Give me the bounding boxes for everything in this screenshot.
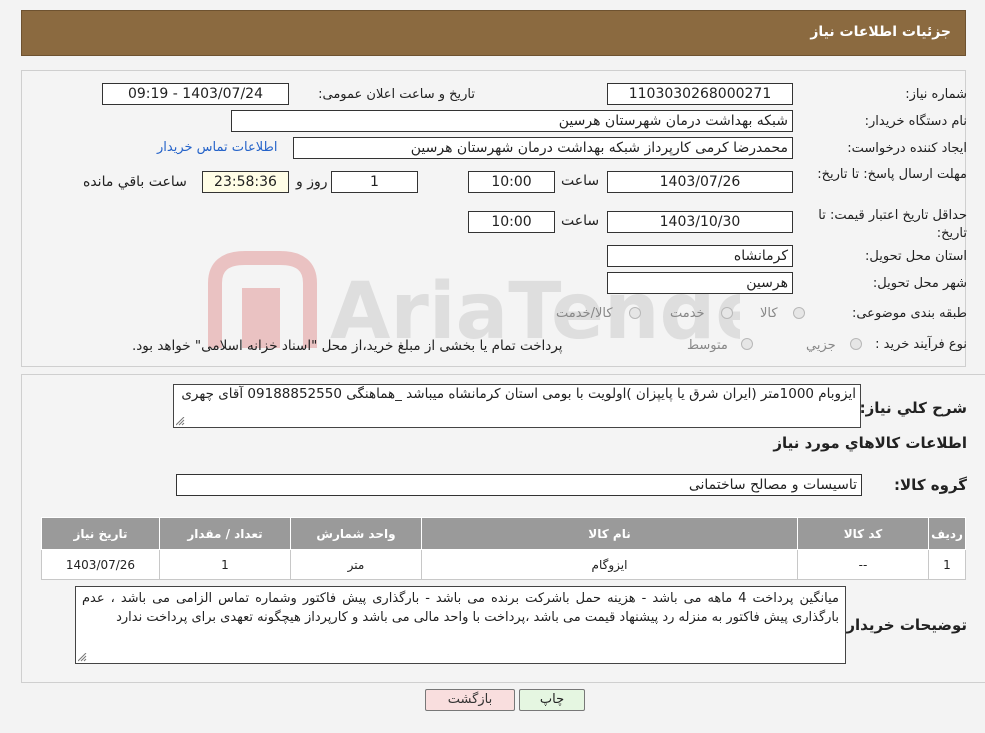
reply-days-label: روز و bbox=[296, 174, 328, 190]
summary-text: ایزوبام 1000متر (ایران شرق یا پایپزان )ا… bbox=[181, 386, 856, 402]
remaining-time-field: 23:58:36 bbox=[202, 171, 289, 193]
table-row: 1 -- ایزوگام متر 1 1403/07/26 bbox=[41, 549, 966, 580]
col-unit: واحد شمارش bbox=[290, 517, 422, 550]
category-goods-radio[interactable] bbox=[793, 307, 805, 319]
price-validity-label: حداقل تاريخ اعتبار قيمت: تا تاریخ: bbox=[818, 208, 967, 241]
goods-group-field: تاسیسات و مصالح ساختمانی bbox=[176, 474, 862, 496]
print-button[interactable]: چاپ bbox=[519, 689, 585, 711]
buyer-notes-textarea[interactable]: میانگین پرداخت 4 ماهه می باشد - هزینه حم… bbox=[75, 586, 846, 664]
requester-label: ایجاد کننده درخواست: bbox=[847, 141, 967, 156]
requester-field: محمدرضا کرمی کارپرداز شبکه بهداشت درمان … bbox=[293, 137, 793, 159]
goods-section-title: اطلاعات كالاهاي مورد نياز bbox=[773, 434, 967, 452]
delivery-city-label: شهر محل تحویل: bbox=[872, 276, 967, 291]
cell-qty: 1 bbox=[159, 549, 291, 580]
back-button[interactable]: بازگشت bbox=[425, 689, 515, 711]
price-validity-time: 10:00 bbox=[468, 211, 555, 233]
reply-deadline-time: 10:00 bbox=[468, 171, 555, 193]
process-medium-radio[interactable] bbox=[741, 338, 753, 350]
page-header: جزئیات اطلاعات نیاز bbox=[21, 10, 966, 56]
goods-group-label: گروه کالا: bbox=[894, 476, 967, 494]
col-qty: تعداد / مقدار bbox=[159, 517, 291, 550]
category-goods-service-label: کالا/خدمت bbox=[556, 306, 613, 321]
process-medium-label: متوسط bbox=[687, 338, 728, 353]
col-row: ردیف bbox=[928, 517, 966, 550]
need-number-label: شماره نیاز: bbox=[905, 87, 967, 102]
goods-table-header: ردیف کد کالا نام کالا واحد شمارش تعداد /… bbox=[41, 517, 966, 550]
summary-label: شرح كلي نياز: bbox=[859, 399, 967, 417]
buyer-org-label: نام دستگاه خریدار: bbox=[864, 114, 967, 129]
reply-deadline-label: مهلت ارسال پاسخ: تا تاریخ: bbox=[817, 167, 967, 182]
cell-row: 1 bbox=[928, 549, 966, 580]
process-partial-radio[interactable] bbox=[850, 338, 862, 350]
delivery-province-label: استان محل تحویل: bbox=[865, 249, 967, 264]
price-validity-time-label: ساعت bbox=[561, 213, 600, 229]
process-partial-label: جزیي bbox=[806, 338, 836, 353]
summary-textarea[interactable]: ایزوبام 1000متر (ایران شرق یا پایپزان )ا… bbox=[173, 384, 861, 428]
category-service-label: خدمت bbox=[670, 306, 705, 321]
announce-datetime-label: تاریخ و ساعت اعلان عمومی: bbox=[318, 87, 475, 102]
col-date: تاریخ نیاز bbox=[41, 517, 160, 550]
cell-unit: متر bbox=[290, 549, 422, 580]
buyer-contact-link[interactable]: اطلاعات تماس خریدار bbox=[157, 140, 277, 155]
remaining-time-label: ساعت باقي مانده bbox=[83, 174, 187, 190]
buyer-org-field: شبکه بهداشت درمان شهرستان هرسین bbox=[231, 110, 793, 132]
announce-datetime-field: 1403/07/24 - 09:19 bbox=[102, 83, 289, 105]
category-goods-label: کالا bbox=[760, 306, 778, 321]
buyer-notes-text: میانگین پرداخت 4 ماهه می باشد - هزینه حم… bbox=[82, 591, 839, 625]
category-goods-service-radio[interactable] bbox=[629, 307, 641, 319]
resize-grip-icon[interactable] bbox=[78, 653, 87, 662]
delivery-city-field: هرسین bbox=[607, 272, 793, 294]
resize-grip-icon[interactable] bbox=[176, 417, 185, 426]
reply-deadline-time-label: ساعت bbox=[561, 173, 600, 189]
goods-table: ردیف کد کالا نام کالا واحد شمارش تعداد /… bbox=[41, 517, 966, 580]
reply-days-field: 1 bbox=[331, 171, 418, 193]
delivery-province-field: کرمانشاه bbox=[607, 245, 793, 267]
buyer-notes-label: توضیحات خریدار: bbox=[840, 616, 967, 634]
cell-code: -- bbox=[797, 549, 929, 580]
col-code: کد کالا bbox=[797, 517, 929, 550]
cell-date: 1403/07/26 bbox=[41, 549, 160, 580]
cell-name: ایزوگام bbox=[421, 549, 798, 580]
category-service-radio[interactable] bbox=[721, 307, 733, 319]
category-label: طبقه بندی موضوعی: bbox=[851, 306, 967, 321]
page-title: جزئیات اطلاعات نیاز bbox=[810, 24, 951, 40]
process-type-label: نوع فرآیند خرید : bbox=[875, 337, 967, 352]
need-number-field: 1103030268000271 bbox=[607, 83, 793, 105]
price-validity-date: 1403/10/30 bbox=[607, 211, 793, 233]
col-name: نام کالا bbox=[421, 517, 798, 550]
reply-deadline-date: 1403/07/26 bbox=[607, 171, 793, 193]
treasury-note: پرداخت تمام یا بخشی از مبلغ خرید،از محل … bbox=[132, 338, 563, 354]
